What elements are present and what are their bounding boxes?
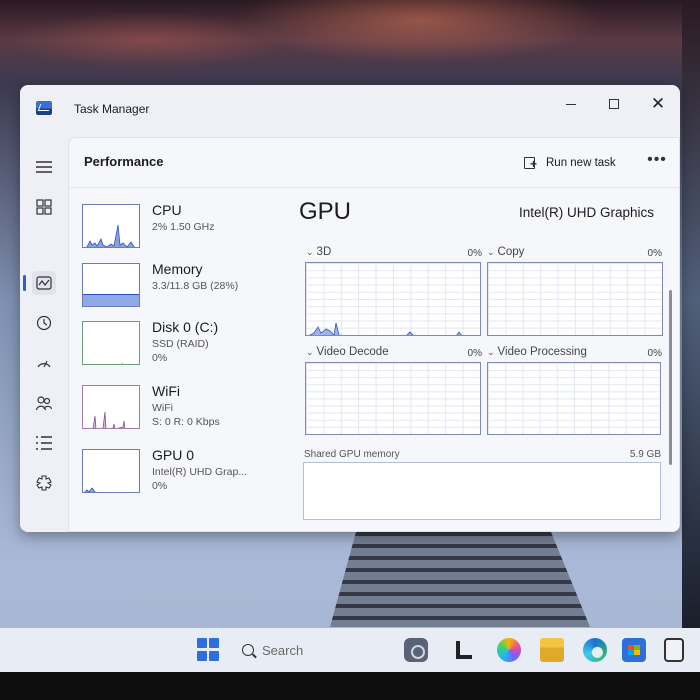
- device-name: GPU 0: [152, 447, 195, 463]
- gpu-heading: GPU: [299, 198, 352, 225]
- device-name: WiFi: [152, 383, 180, 399]
- details-icon[interactable]: [32, 431, 56, 455]
- close-icon: ✕: [650, 94, 666, 113]
- chevron-down-icon: ⌄: [306, 247, 314, 257]
- device-stat: 2% 1.50 GHz: [152, 221, 215, 233]
- engine-name: Video Processing: [497, 346, 587, 358]
- shared-gpu-memory-label: Shared GPU memory: [304, 449, 400, 460]
- disk-thumbnail-graph: [82, 321, 140, 365]
- run-task-icon: [524, 156, 538, 170]
- startup-apps-icon[interactable]: [32, 351, 56, 375]
- engine-selector-3d[interactable]: ⌄ 3D: [306, 246, 331, 258]
- file-explorer-icon[interactable]: [540, 638, 564, 662]
- shared-gpu-memory-value: 5.9 GB: [629, 449, 661, 460]
- device-stat: 0%: [152, 480, 168, 492]
- performance-pane: Performance Run new task ••• CPU 2% 1.50…: [68, 137, 680, 532]
- graph-grid: [488, 263, 662, 335]
- engine-graph-copy: [487, 262, 663, 336]
- device-name: CPU: [152, 202, 182, 218]
- cpu-thumbnail-graph: [82, 204, 140, 248]
- more-options-button[interactable]: •••: [645, 152, 669, 174]
- device-name: Disk 0 (C:): [152, 319, 219, 335]
- graph-grid: [306, 363, 480, 434]
- performance-icon[interactable]: [32, 271, 56, 295]
- engine-name: Copy: [497, 246, 525, 258]
- device-memory[interactable]: Memory 3.3/11.8 GB (28%): [82, 261, 292, 321]
- page-title: Performance: [84, 154, 164, 169]
- taskbar-search[interactable]: Search: [232, 637, 382, 663]
- wallpaper-pier: [330, 532, 590, 627]
- device-gpu-0[interactable]: GPU 0 Intel(R) UHD Grap... 0%: [82, 447, 292, 507]
- engine-graph-video-decode: [305, 362, 481, 435]
- search-icon: [242, 644, 254, 656]
- memory-usage-fill: [83, 294, 139, 306]
- maximize-button[interactable]: [594, 91, 634, 117]
- chevron-down-icon: ⌄: [487, 247, 495, 257]
- notes-app-icon[interactable]: [452, 638, 476, 662]
- device-cpu[interactable]: CPU 2% 1.50 GHz: [82, 202, 292, 262]
- memory-thumbnail-graph: [82, 263, 140, 307]
- device-stat: WiFi: [152, 402, 173, 414]
- gpu-thumbnail-graph: [82, 449, 140, 493]
- device-wifi[interactable]: WiFi WiFi S: 0 R: 0 Kbps: [82, 383, 292, 443]
- device-name: Memory: [152, 261, 203, 277]
- active-indicator: [23, 275, 26, 291]
- engine-percent: 0%: [467, 348, 482, 359]
- wallpaper-edge: [682, 0, 700, 630]
- run-new-task-button[interactable]: Run new task: [524, 152, 616, 174]
- engine-graph-3d: [305, 262, 481, 336]
- start-icon[interactable]: [197, 638, 221, 662]
- edge-browser-icon[interactable]: [583, 638, 607, 662]
- close-button[interactable]: ✕: [638, 91, 678, 117]
- minimize-button[interactable]: [551, 91, 591, 117]
- device-stat: SSD (RAID): [152, 338, 209, 350]
- app-icon[interactable]: [664, 638, 684, 662]
- screen-bezel: [0, 672, 700, 700]
- engine-selector-video-decode[interactable]: ⌄ Video Decode: [306, 346, 389, 358]
- camera-icon[interactable]: [404, 638, 428, 662]
- wifi-thumbnail-graph: [82, 385, 140, 429]
- store-icon[interactable]: [622, 638, 646, 662]
- device-stat: 0%: [152, 352, 168, 364]
- engine-name: 3D: [316, 246, 332, 258]
- title-bar[interactable]: Task Manager ✕: [20, 85, 680, 133]
- gpu-model-name: Intel(R) UHD Graphics: [519, 205, 655, 220]
- engine-percent: 0%: [467, 248, 482, 259]
- search-placeholder: Search: [262, 642, 304, 658]
- engine-percent: 0%: [647, 248, 662, 259]
- graph-grid: [488, 363, 660, 434]
- hamburger-icon[interactable]: [32, 155, 56, 179]
- processes-icon[interactable]: [32, 195, 56, 219]
- window-title: Task Manager: [74, 102, 150, 116]
- device-disk[interactable]: Disk 0 (C:) SSD (RAID) 0%: [82, 319, 292, 379]
- run-new-task-label: Run new task: [546, 157, 616, 169]
- users-icon[interactable]: [32, 391, 56, 415]
- chevron-down-icon: ⌄: [306, 347, 314, 357]
- engine-name: Video Decode: [316, 346, 389, 358]
- shared-gpu-memory-graph: [303, 462, 661, 520]
- task-manager-window: Task Manager ✕ Performance + Run new tas…: [20, 85, 680, 532]
- chevron-down-icon: ⌄: [487, 347, 495, 357]
- task-manager-app-icon: [36, 101, 52, 115]
- device-stat: Intel(R) UHD Grap...: [152, 466, 248, 478]
- scrollbar[interactable]: [669, 290, 672, 465]
- app-history-icon[interactable]: [32, 311, 56, 335]
- engine-percent: 0%: [647, 348, 662, 359]
- header-divider: [69, 187, 680, 188]
- engine-selector-video-processing[interactable]: ⌄ Video Processing: [487, 346, 587, 358]
- device-stat: 3.3/11.8 GB (28%): [152, 280, 239, 292]
- maximize-icon: [609, 99, 619, 109]
- device-stat: S: 0 R: 0 Kbps: [152, 416, 220, 428]
- engine-selector-copy[interactable]: ⌄ Copy: [487, 246, 524, 258]
- minimize-icon: [566, 103, 576, 105]
- engine-graph-video-processing: [487, 362, 661, 435]
- services-icon[interactable]: [32, 471, 56, 495]
- copilot-icon[interactable]: [497, 638, 521, 662]
- nav-rail: [20, 133, 68, 532]
- taskbar: Search: [0, 628, 700, 672]
